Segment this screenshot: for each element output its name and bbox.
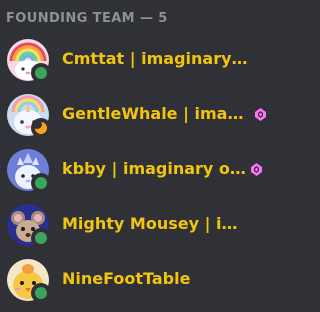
member-name: Mighty Mousey | imaginary ones [62, 214, 248, 233]
member-name: Cmttat | imaginary ones [62, 49, 248, 68]
status-indicator [31, 228, 51, 248]
member-item[interactable]: kbby | imaginary ones [0, 144, 277, 199]
status-indicator [31, 283, 51, 303]
status-indicator [31, 173, 51, 193]
server-boost-icon [255, 108, 266, 121]
member-item[interactable]: Cmttat | imaginary ones [0, 34, 277, 89]
member-name: NineFootTable [62, 269, 191, 288]
member-item[interactable]: Mighty Mousey | imaginary ones [0, 199, 277, 254]
member-name: kbby | imaginary ones [62, 159, 248, 178]
online-status-icon [35, 232, 47, 244]
role-section-header: FOUNDING TEAM — 5 [6, 11, 168, 26]
status-indicator [31, 118, 51, 138]
online-status-icon [35, 287, 47, 299]
status-indicator [31, 63, 51, 83]
member-name: GentleWhale | imaginary ones [62, 104, 248, 123]
member-item[interactable]: NineFootTable [0, 254, 277, 309]
online-status-icon [35, 67, 47, 79]
member-list: Cmttat | imaginary ones [0, 34, 277, 309]
member-item[interactable]: GentleWhale | imaginary ones [0, 89, 277, 144]
member-list-panel: FOUNDING TEAM — 5 Cmttat | imaginary o G… [0, 0, 277, 312]
online-status-icon [35, 177, 47, 189]
idle-moon-icon [35, 122, 47, 134]
server-boost-icon [251, 163, 262, 176]
